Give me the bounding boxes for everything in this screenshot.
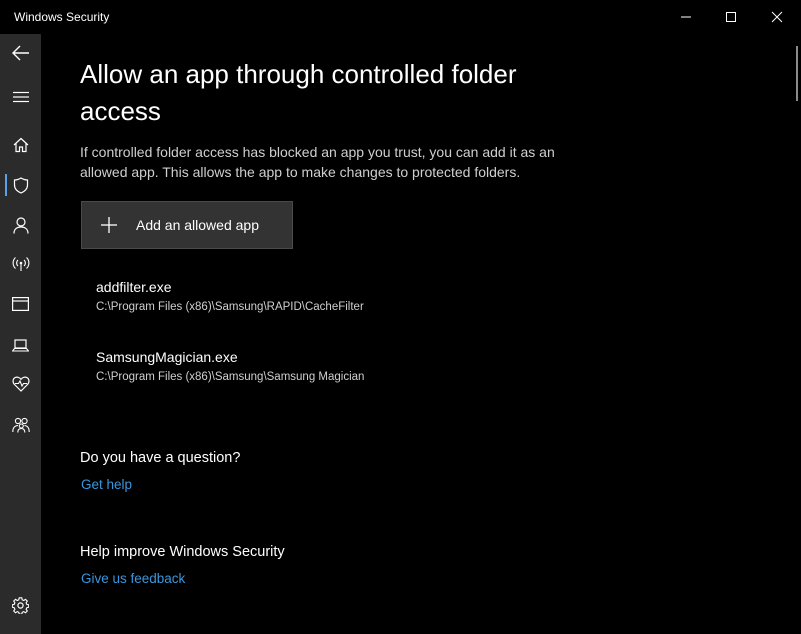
heart-pulse-icon xyxy=(11,376,30,392)
sidebar-item-account-protection[interactable] xyxy=(0,206,41,244)
sidebar-item-device-health[interactable] xyxy=(0,365,41,403)
main-content: Allow an app through controlled folder a… xyxy=(41,34,796,634)
plus-icon xyxy=(101,217,117,233)
help-heading: Do you have a question? xyxy=(80,450,241,466)
maximize-icon xyxy=(726,12,736,22)
sidebar-item-virus-protection[interactable] xyxy=(0,166,41,204)
wireless-icon xyxy=(12,257,29,271)
page-description: If controlled folder access has blocked … xyxy=(80,144,555,180)
laptop-icon xyxy=(12,338,29,352)
back-button[interactable] xyxy=(0,34,41,72)
sidebar-item-home[interactable] xyxy=(0,126,41,164)
sidebar-item-settings[interactable] xyxy=(0,586,41,624)
menu-button[interactable] xyxy=(0,78,41,116)
allowed-app-path: C:\Program Files (x86)\Samsung\Samsung M… xyxy=(96,371,365,383)
close-button[interactable] xyxy=(754,0,800,34)
give-feedback-link[interactable]: Give us feedback xyxy=(81,571,185,586)
allowed-app-name: addfilter.exe xyxy=(96,279,172,295)
page-title: Allow an app through controlled folder a… xyxy=(80,59,517,126)
sidebar-item-family-options[interactable] xyxy=(0,406,41,444)
minimize-icon xyxy=(681,16,691,18)
family-icon xyxy=(11,417,30,433)
shield-icon xyxy=(13,176,28,194)
allowed-app-path: C:\Program Files (x86)\Samsung\RAPID\Cac… xyxy=(96,301,364,313)
sidebar-item-device-security[interactable] xyxy=(0,326,41,364)
allowed-app-name: SamsungMagician.exe xyxy=(96,349,238,365)
minimize-button[interactable] xyxy=(663,0,709,34)
window-title: Windows Security xyxy=(14,10,110,24)
get-help-link[interactable]: Get help xyxy=(81,477,132,492)
sidebar-item-app-browser[interactable] xyxy=(0,285,41,323)
gear-icon xyxy=(12,596,29,614)
sidebar xyxy=(0,34,41,634)
add-allowed-app-label: Add an allowed app xyxy=(136,217,259,233)
menu-icon xyxy=(12,91,29,103)
allowed-app-item[interactable]: SamsungMagician.exe C:\Program Files (x8… xyxy=(96,348,496,385)
sidebar-item-firewall[interactable] xyxy=(0,245,41,283)
allowed-app-item[interactable]: addfilter.exe C:\Program Files (x86)\Sam… xyxy=(96,278,496,315)
scrollbar-thumb[interactable] xyxy=(796,46,798,101)
close-icon xyxy=(771,11,783,23)
title-bar: Windows Security xyxy=(0,0,801,34)
back-icon xyxy=(11,45,29,61)
home-icon xyxy=(13,137,28,153)
add-allowed-app-button[interactable]: Add an allowed app xyxy=(81,201,293,249)
person-icon xyxy=(12,216,29,234)
maximize-button[interactable] xyxy=(708,0,754,34)
scrollbar[interactable] xyxy=(796,46,800,628)
app-browser-icon xyxy=(12,297,29,311)
feedback-heading: Help improve Windows Security xyxy=(80,544,285,560)
